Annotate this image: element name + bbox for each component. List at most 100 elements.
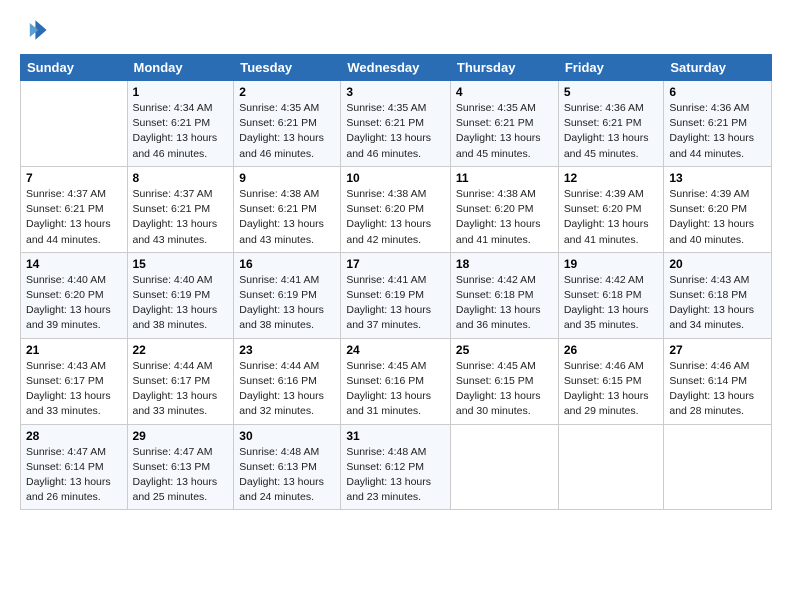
day-cell bbox=[450, 424, 558, 510]
day-info: Sunrise: 4:46 AM Sunset: 6:14 PM Dayligh… bbox=[669, 359, 766, 420]
day-info: Sunrise: 4:41 AM Sunset: 6:19 PM Dayligh… bbox=[239, 273, 335, 334]
day-info: Sunrise: 4:47 AM Sunset: 6:13 PM Dayligh… bbox=[133, 445, 229, 506]
day-cell: 19Sunrise: 4:42 AM Sunset: 6:18 PM Dayli… bbox=[558, 252, 664, 338]
day-number: 25 bbox=[456, 343, 553, 357]
day-info: Sunrise: 4:44 AM Sunset: 6:17 PM Dayligh… bbox=[133, 359, 229, 420]
day-header-friday: Friday bbox=[558, 55, 664, 81]
day-info: Sunrise: 4:34 AM Sunset: 6:21 PM Dayligh… bbox=[133, 101, 229, 162]
day-cell: 3Sunrise: 4:35 AM Sunset: 6:21 PM Daylig… bbox=[341, 81, 451, 167]
day-info: Sunrise: 4:35 AM Sunset: 6:21 PM Dayligh… bbox=[239, 101, 335, 162]
day-cell: 20Sunrise: 4:43 AM Sunset: 6:18 PM Dayli… bbox=[664, 252, 772, 338]
day-number: 11 bbox=[456, 171, 553, 185]
day-cell: 18 Sunrise: 4:42 AM Sunset: 6:18 PM Dayli… bbox=[450, 252, 558, 338]
day-cell: 5 Sunrise: 4:36 AM Sunset: 6:21 PM Daylig… bbox=[558, 81, 664, 167]
day-info: Sunrise: 4:36 AM Sunset: 6:21 PM Dayligh… bbox=[564, 101, 659, 162]
calendar-table: SundayMondayTuesdayWednesdayThursdayFrid… bbox=[20, 54, 772, 510]
day-number: 14 bbox=[26, 257, 122, 271]
day-cell: 9 Sunrise: 4:38 AM Sunset: 6:21 PM Daylig… bbox=[234, 166, 341, 252]
day-cell: 7 Sunrise: 4:37 AM Sunset: 6:21 PM Daylig… bbox=[21, 166, 128, 252]
day-cell: 2 Sunrise: 4:35 AM Sunset: 6:21 PM Daylig… bbox=[234, 81, 341, 167]
day-info: Sunrise: 4:38 AM Sunset: 6:21 PM Dayligh… bbox=[239, 187, 335, 248]
day-cell bbox=[21, 81, 128, 167]
day-info: Sunrise: 4:39 AM Sunset: 6:20 PM Dayligh… bbox=[669, 187, 766, 248]
day-number: 30 bbox=[239, 429, 335, 443]
week-row-1: 1 Sunrise: 4:34 AM Sunset: 6:21 PM Daylig… bbox=[21, 81, 772, 167]
day-cell: 11 Sunrise: 4:38 AM Sunset: 6:20 PM Dayli… bbox=[450, 166, 558, 252]
day-number: 21 bbox=[26, 343, 122, 357]
day-number: 18 bbox=[456, 257, 553, 271]
page: SundayMondayTuesdayWednesdayThursdayFrid… bbox=[0, 0, 792, 612]
day-info: Sunrise: 4:42 AM Sunset: 6:18 PM Dayligh… bbox=[456, 273, 553, 334]
day-cell: 30 Sunrise: 4:48 AM Sunset: 6:13 PM Dayli… bbox=[234, 424, 341, 510]
day-number: 7 bbox=[26, 171, 122, 185]
day-info: Sunrise: 4:46 AM Sunset: 6:15 PM Dayligh… bbox=[564, 359, 659, 420]
day-number: 20 bbox=[669, 257, 766, 271]
day-header-monday: Monday bbox=[127, 55, 234, 81]
day-number: 12 bbox=[564, 171, 659, 185]
day-number: 13 bbox=[669, 171, 766, 185]
day-info: Sunrise: 4:40 AM Sunset: 6:20 PM Dayligh… bbox=[26, 273, 122, 334]
day-cell bbox=[664, 424, 772, 510]
day-info: Sunrise: 4:43 AM Sunset: 6:17 PM Dayligh… bbox=[26, 359, 122, 420]
day-cell: 12 Sunrise: 4:39 AM Sunset: 6:20 PM Dayli… bbox=[558, 166, 664, 252]
day-number: 6 bbox=[669, 85, 766, 99]
day-info: Sunrise: 4:44 AM Sunset: 6:16 PM Dayligh… bbox=[239, 359, 335, 420]
day-cell: 25 Sunrise: 4:45 AM Sunset: 6:15 PM Dayli… bbox=[450, 338, 558, 424]
week-row-5: 28 Sunrise: 4:47 AM Sunset: 6:14 PM Dayli… bbox=[21, 424, 772, 510]
day-cell: 24Sunrise: 4:45 AM Sunset: 6:16 PM Dayli… bbox=[341, 338, 451, 424]
day-number: 27 bbox=[669, 343, 766, 357]
day-cell: 14 Sunrise: 4:40 AM Sunset: 6:20 PM Dayli… bbox=[21, 252, 128, 338]
day-number: 8 bbox=[133, 171, 229, 185]
day-cell: 8 Sunrise: 4:37 AM Sunset: 6:21 PM Daylig… bbox=[127, 166, 234, 252]
day-cell: 16 Sunrise: 4:41 AM Sunset: 6:19 PM Dayli… bbox=[234, 252, 341, 338]
day-number: 3 bbox=[346, 85, 445, 99]
day-cell: 31Sunrise: 4:48 AM Sunset: 6:12 PM Dayli… bbox=[341, 424, 451, 510]
header-row: SundayMondayTuesdayWednesdayThursdayFrid… bbox=[21, 55, 772, 81]
day-cell: 22 Sunrise: 4:44 AM Sunset: 6:17 PM Dayli… bbox=[127, 338, 234, 424]
day-number: 9 bbox=[239, 171, 335, 185]
day-cell: 6 Sunrise: 4:36 AM Sunset: 6:21 PM Daylig… bbox=[664, 81, 772, 167]
day-number: 23 bbox=[239, 343, 335, 357]
day-number: 5 bbox=[564, 85, 659, 99]
day-number: 17 bbox=[346, 257, 445, 271]
day-info: Sunrise: 4:47 AM Sunset: 6:14 PM Dayligh… bbox=[26, 445, 122, 506]
day-number: 2 bbox=[239, 85, 335, 99]
day-info: Sunrise: 4:45 AM Sunset: 6:16 PM Dayligh… bbox=[346, 359, 445, 420]
day-cell: 27 Sunrise: 4:46 AM Sunset: 6:14 PM Dayli… bbox=[664, 338, 772, 424]
day-cell: 21 Sunrise: 4:43 AM Sunset: 6:17 PM Dayli… bbox=[21, 338, 128, 424]
day-header-sunday: Sunday bbox=[21, 55, 128, 81]
week-row-2: 7 Sunrise: 4:37 AM Sunset: 6:21 PM Daylig… bbox=[21, 166, 772, 252]
day-number: 1 bbox=[133, 85, 229, 99]
day-cell: 15Sunrise: 4:40 AM Sunset: 6:19 PM Dayli… bbox=[127, 252, 234, 338]
logo bbox=[20, 16, 52, 44]
day-info: Sunrise: 4:37 AM Sunset: 6:21 PM Dayligh… bbox=[26, 187, 122, 248]
day-info: Sunrise: 4:35 AM Sunset: 6:21 PM Dayligh… bbox=[456, 101, 553, 162]
day-info: Sunrise: 4:41 AM Sunset: 6:19 PM Dayligh… bbox=[346, 273, 445, 334]
day-header-thursday: Thursday bbox=[450, 55, 558, 81]
week-row-3: 14 Sunrise: 4:40 AM Sunset: 6:20 PM Dayli… bbox=[21, 252, 772, 338]
day-cell: 29 Sunrise: 4:47 AM Sunset: 6:13 PM Dayli… bbox=[127, 424, 234, 510]
day-info: Sunrise: 4:39 AM Sunset: 6:20 PM Dayligh… bbox=[564, 187, 659, 248]
day-info: Sunrise: 4:38 AM Sunset: 6:20 PM Dayligh… bbox=[456, 187, 553, 248]
day-number: 15 bbox=[133, 257, 229, 271]
day-info: Sunrise: 4:38 AM Sunset: 6:20 PM Dayligh… bbox=[346, 187, 445, 248]
day-cell: 10 Sunrise: 4:38 AM Sunset: 6:20 PM Dayli… bbox=[341, 166, 451, 252]
day-header-wednesday: Wednesday bbox=[341, 55, 451, 81]
day-number: 4 bbox=[456, 85, 553, 99]
day-number: 16 bbox=[239, 257, 335, 271]
day-info: Sunrise: 4:48 AM Sunset: 6:13 PM Dayligh… bbox=[239, 445, 335, 506]
day-info: Sunrise: 4:42 AM Sunset: 6:18 PM Dayligh… bbox=[564, 273, 659, 334]
day-info: Sunrise: 4:37 AM Sunset: 6:21 PM Dayligh… bbox=[133, 187, 229, 248]
day-info: Sunrise: 4:36 AM Sunset: 6:21 PM Dayligh… bbox=[669, 101, 766, 162]
day-number: 31 bbox=[346, 429, 445, 443]
day-number: 22 bbox=[133, 343, 229, 357]
day-number: 29 bbox=[133, 429, 229, 443]
day-cell bbox=[558, 424, 664, 510]
header bbox=[20, 16, 772, 44]
day-info: Sunrise: 4:45 AM Sunset: 6:15 PM Dayligh… bbox=[456, 359, 553, 420]
day-cell: 17 Sunrise: 4:41 AM Sunset: 6:19 PM Dayli… bbox=[341, 252, 451, 338]
day-number: 28 bbox=[26, 429, 122, 443]
day-cell: 28 Sunrise: 4:47 AM Sunset: 6:14 PM Dayli… bbox=[21, 424, 128, 510]
day-cell: 23 Sunrise: 4:44 AM Sunset: 6:16 PM Dayli… bbox=[234, 338, 341, 424]
day-number: 10 bbox=[346, 171, 445, 185]
